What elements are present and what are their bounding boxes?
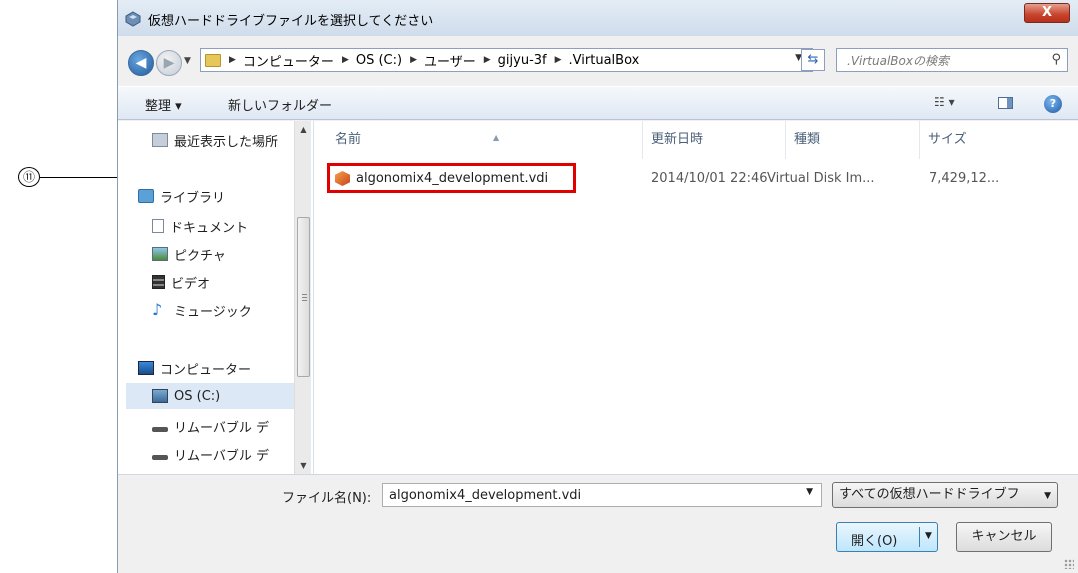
title-bar: 仮想ハードドライブファイルを選択してください X [118,0,1078,36]
chevron-right-icon: ▶ [554,55,562,65]
forward-button[interactable]: ▶ [156,50,182,76]
computer-icon [138,361,154,375]
file-open-dialog: 仮想ハードドライブファイルを選択してください X ◀ ▶ ▼ ▶ コンピューター … [117,0,1078,573]
address-row: ◀ ▶ ▼ ▶ コンピューター ▶ OS (C:) ▶ ユーザー ▶ gijyu-3f … [118,44,1078,76]
chevron-right-icon: ▶ [483,55,491,65]
folder-icon [205,53,221,67]
chevron-down-icon[interactable]: ▼ [806,487,813,497]
open-button[interactable]: 開く(O) ▼ [836,522,938,552]
virtualbox-icon [125,11,141,27]
help-icon[interactable]: ? [1044,95,1062,113]
back-arrow-icon: ◀ [135,55,147,71]
organize-menu[interactable]: 整理 ▾ [145,95,182,114]
file-type-select[interactable]: すべての仮想ハードドライブフ ▼ [832,482,1058,508]
navigation-scrollbar[interactable]: ▲ ▼ [294,121,311,474]
callout-number: ⑪ [18,167,40,187]
drive-icon [152,389,168,403]
chevron-right-icon: ▶ [341,55,349,65]
pictures-icon [152,247,168,261]
nav-item-os-drive[interactable]: OS (C:) [126,383,294,409]
column-header-type[interactable]: 種類 [786,121,920,159]
search-box[interactable]: .VirtualBoxの検索 ⚲ [836,48,1068,72]
column-header-name[interactable]: 名前 ▲ [327,121,643,159]
sort-up-icon: ▲ [493,133,500,142]
back-button[interactable]: ◀ [128,50,154,76]
grip-icon [302,294,307,302]
video-icon [152,275,165,289]
search-icon: ⚲ [1051,52,1061,67]
removable-drive-icon [152,454,168,460]
chevron-down-icon: ▼ [1044,491,1051,501]
breadcrumb-virtualbox[interactable]: ▶ .VirtualBox [555,53,640,68]
chevron-right-icon: ▶ [229,55,236,65]
scrollbar-thumb[interactable] [297,217,310,377]
view-options-icon[interactable]: ☷ ▾ [934,95,955,109]
library-icon [138,189,154,203]
file-type-cell: Virtual Disk Im... [767,171,875,186]
file-size-cell: 7,429,12... [929,171,1000,186]
nav-item-library[interactable]: ライブラリ [138,183,318,209]
document-icon [152,219,164,233]
address-bar[interactable]: ▶ コンピューター ▶ OS (C:) ▶ ユーザー ▶ gijyu-3f ▶ .Virt… [200,48,813,72]
column-header-size[interactable]: サイズ [920,121,1020,159]
refresh-icon: ⇆ [807,52,819,67]
recent-pages-dropdown[interactable]: ▼ [184,56,194,66]
filename-value: algonomix4_development.vdi [389,487,582,503]
breadcrumb-computer[interactable]: ▶ コンピューター [229,51,334,70]
breadcrumb-user[interactable]: ▶ gijyu-3f [484,53,547,68]
filename-field[interactable]: algonomix4_development.vdi ▼ [382,483,822,507]
command-bar: 整理 ▾ 新しいフォルダー ☷ ▾ ? [118,86,1078,120]
open-button-label: 開く(O) [851,534,898,549]
refresh-button[interactable]: ⇆ [801,49,825,71]
cancel-button[interactable]: キャンセル [956,522,1052,552]
breadcrumb-users[interactable]: ▶ ユーザー [410,51,476,70]
chevron-right-icon: ▶ [410,55,417,65]
scroll-down-icon[interactable]: ▼ [295,457,312,474]
file-date-cell: 2014/10/01 22:46 [651,171,768,186]
column-header-date[interactable]: 更新日時 [643,121,786,159]
highlight-box [327,163,576,193]
preview-pane-icon[interactable] [998,97,1013,109]
navigation-pane: 最近表示した場所 ライブラリ ドキュメント ピクチャ ビデオ ♪ ミュージック コ… [118,121,314,474]
new-folder-button[interactable]: 新しいフォルダー [228,95,332,114]
nav-item-computer[interactable]: コンピューター [138,355,318,381]
forward-arrow-icon: ▶ [163,55,175,71]
dialog-footer: ファイル名(N): algonomix4_development.vdi ▼ す… [118,474,1078,573]
removable-drive-icon [152,426,168,432]
chevron-down-icon[interactable]: ▼ [925,531,932,541]
recent-places-icon [152,133,168,147]
dialog-title: 仮想ハードドライブファイルを選択してください [148,14,434,29]
breadcrumb-drive[interactable]: ▶ OS (C:) [342,53,402,68]
scroll-up-icon[interactable]: ▲ [295,121,312,138]
music-icon: ♪ [152,300,163,319]
resize-grip-icon[interactable] [1064,559,1074,569]
close-button[interactable]: X [1024,3,1070,23]
search-placeholder: .VirtualBoxの検索 [847,53,949,68]
browser-area: 最近表示した場所 ライブラリ ドキュメント ピクチャ ビデオ ♪ ミュージック コ… [118,121,1078,474]
split-divider [919,527,920,547]
filename-label: ファイル名(N): [282,491,372,506]
